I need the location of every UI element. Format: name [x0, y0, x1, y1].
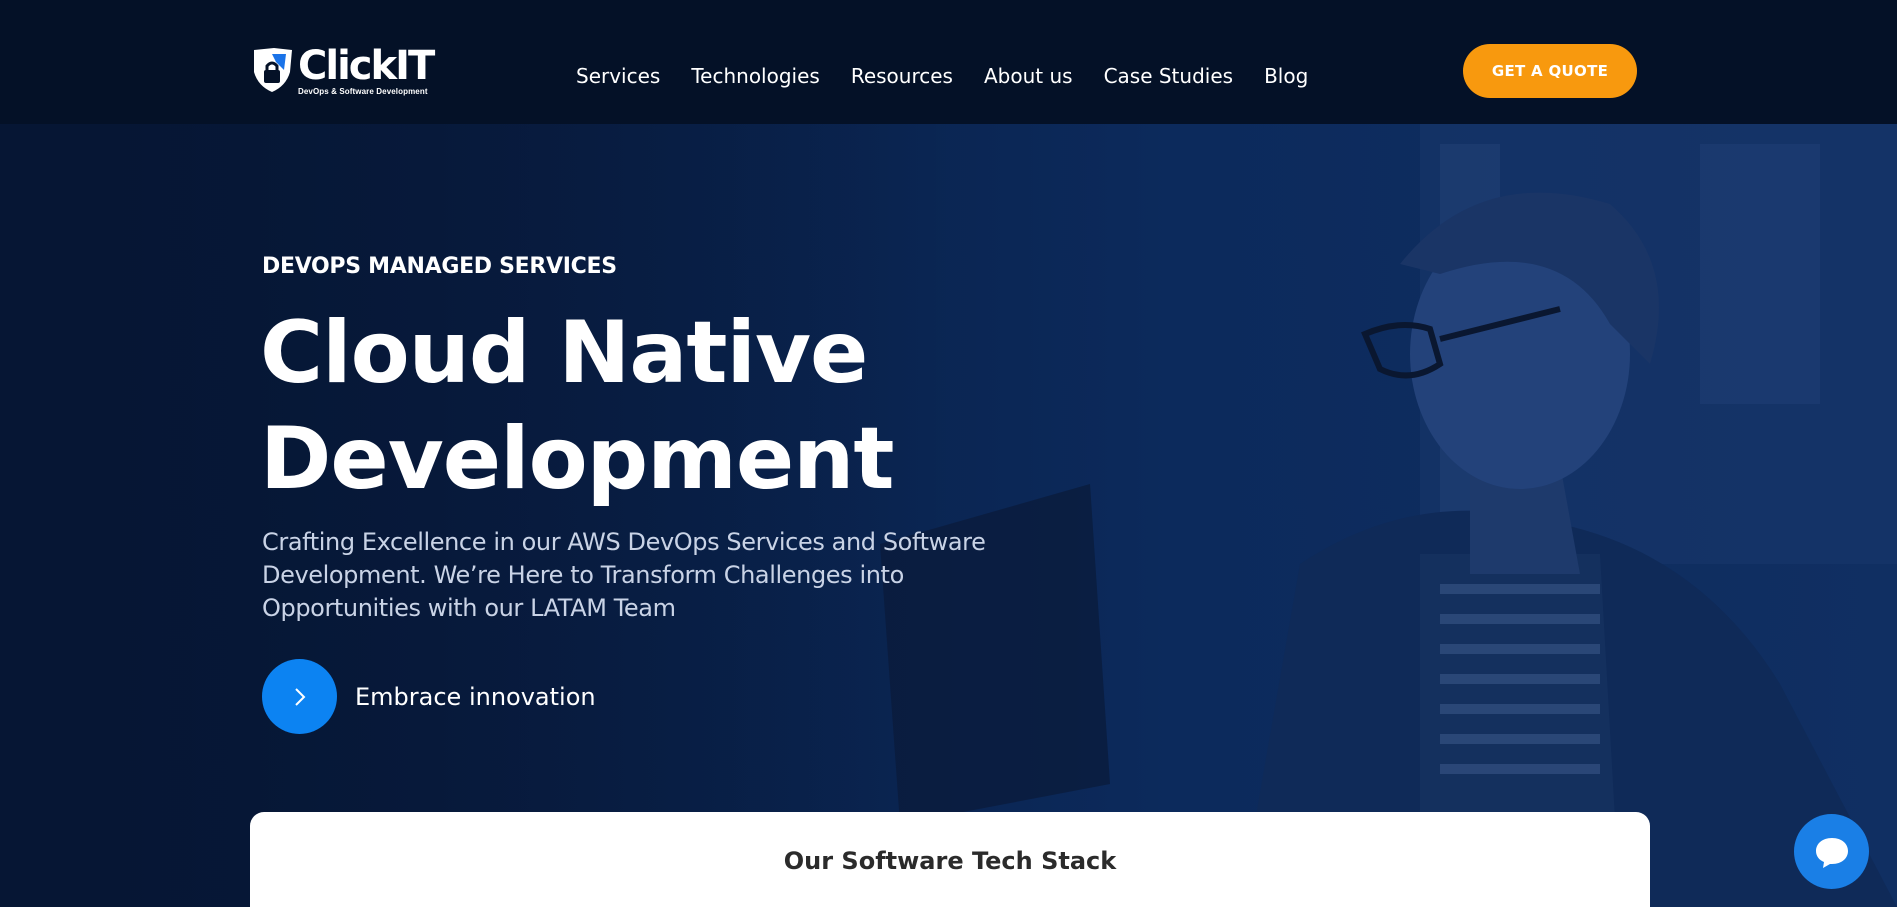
hero-background-image [0, 124, 1897, 907]
chat-bubble-icon [1815, 837, 1848, 868]
cta-label[interactable]: Embrace innovation [355, 683, 596, 711]
chevron-right-icon [294, 687, 305, 706]
embrace-innovation-button[interactable]: Embrace innovation [262, 659, 596, 734]
brand-logo[interactable]: ClickIT DevOps & Software Development [250, 43, 435, 96]
shield-logo-icon [250, 46, 296, 94]
hero-eyebrow: DEVOPS MANAGED SERVICES [262, 254, 617, 279]
hero-title-line-2: Development [260, 409, 894, 509]
nav-technologies[interactable]: Technologies [691, 64, 819, 88]
get-a-quote-button[interactable]: GET A QUOTE [1463, 44, 1637, 98]
main-nav: Services Technologies Resources About us… [576, 64, 1339, 88]
hero-title: Cloud Native Development [260, 300, 894, 512]
nav-about-us[interactable]: About us [984, 64, 1073, 88]
nav-resources[interactable]: Resources [851, 64, 953, 88]
cta-circle[interactable] [262, 659, 337, 734]
chat-button[interactable] [1794, 814, 1869, 889]
site-header: ClickIT DevOps & Software Development Se… [0, 0, 1897, 124]
nav-blog[interactable]: Blog [1264, 64, 1308, 88]
hero-subtitle: Crafting Excellence in our AWS DevOps Se… [262, 528, 986, 622]
nav-services[interactable]: Services [576, 64, 660, 88]
hero-section: DEVOPS MANAGED SERVICES Cloud Native Dev… [0, 124, 1897, 907]
tech-stack-title: Our Software Tech Stack [783, 847, 1117, 875]
brand-tagline: DevOps & Software Development [298, 87, 428, 96]
tech-stack-card: Our Software Tech Stack [250, 812, 1650, 907]
brand-name: ClickIT [298, 43, 435, 89]
nav-case-studies[interactable]: Case Studies [1104, 64, 1234, 88]
hero-title-line-1: Cloud Native [260, 303, 868, 403]
